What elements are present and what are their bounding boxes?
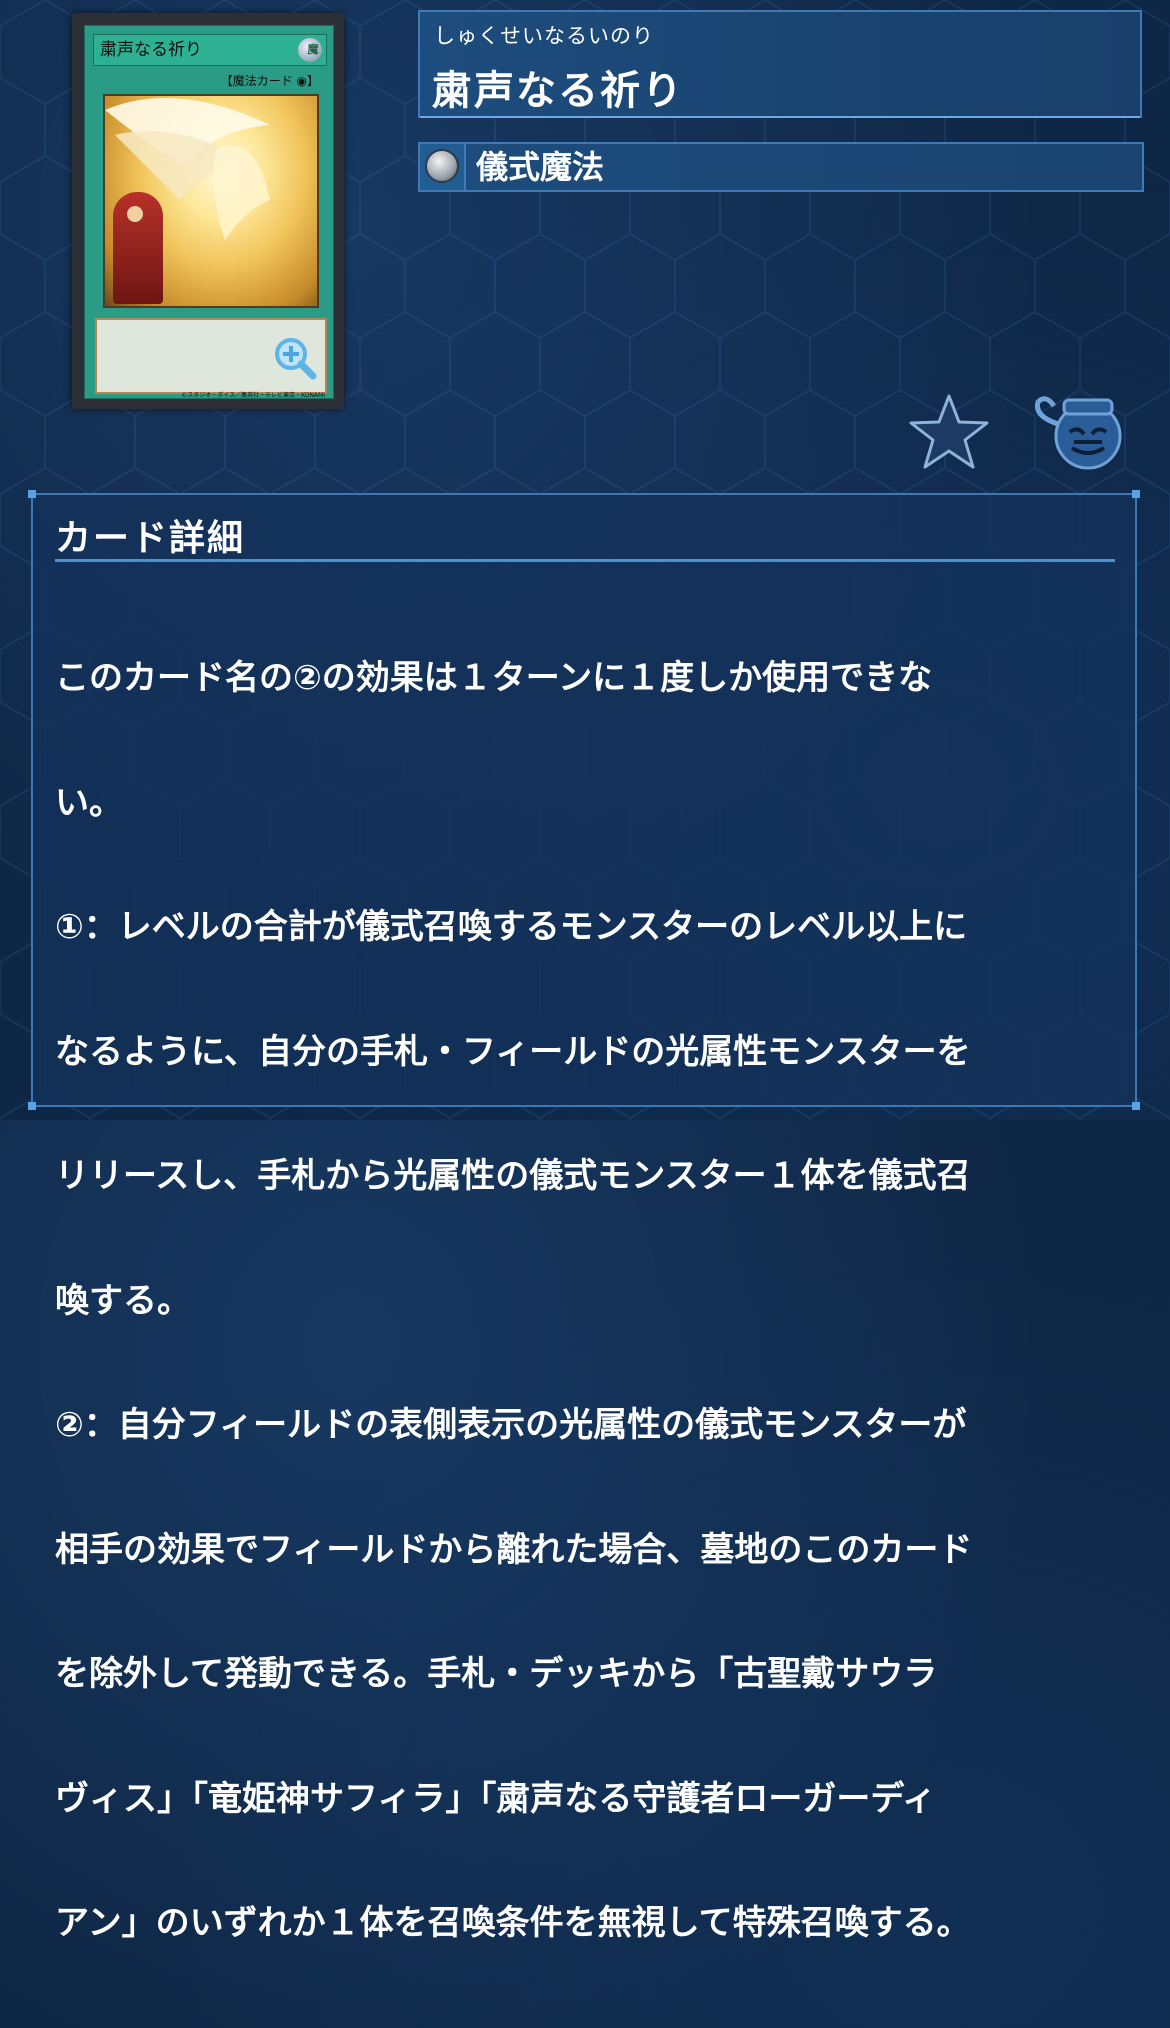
effect-line: ①：レベルの合計が儀式召喚するモンスターのレベル以上に: [55, 907, 968, 947]
ritual-spell-icon: [425, 149, 459, 183]
corner-marker: [1132, 490, 1140, 498]
card-copyright: ©スタジオ・ダイス／集英社・テレビ東京・KONAMI: [181, 392, 325, 399]
effect-line: 相手の効果でフィールドから離れた場合、墓地のこのカード: [55, 1529, 973, 1570]
card-image-type-text: 【魔法カード: [220, 74, 293, 88]
card-image-type-line: 【魔法カード ◉】: [220, 74, 319, 88]
effect-line: を除外して発動できる。手札・デッキから「古聖戴サウラ: [55, 1654, 938, 1694]
zoom-in-icon[interactable]: [273, 336, 317, 380]
detail-divider: [55, 559, 1115, 562]
card-name-panel: しゅくせいなるいのり 粛声なる祈り: [418, 10, 1142, 118]
effect-line: アン」のいずれか１体を召喚条件を無視して特殊召喚する。: [55, 1903, 971, 1943]
card-image-name-text: 粛声なる祈り: [100, 40, 202, 60]
name-underline: [420, 116, 1140, 118]
corner-marker: [1132, 1102, 1140, 1110]
card-detail-panel: カード詳細 このカード名の②の効果は１ターンに１度しか使用できな い。 ①：レベ…: [28, 490, 1140, 1943]
card-face: 粛声なる祈り 魔 【魔法カード ◉】 ©スタジオ・ダイス／集英社・テレビ東京・K…: [84, 25, 334, 399]
effect-line: なるように、自分の手札・フィールドの光属性モンスターを: [55, 1031, 971, 1072]
card-type-label: 儀式魔法: [476, 148, 605, 186]
effect-line: い。: [55, 782, 123, 823]
card-type-panel: 儀式魔法: [418, 142, 1144, 192]
pot-of-greed-icon[interactable]: [1030, 392, 1126, 472]
card-artwork: [103, 94, 319, 308]
type-icon-wrap: [420, 144, 466, 190]
effect-line: リリースし、手札から光属性の儀式モンスター１体を儀式召: [55, 1156, 971, 1196]
corner-marker: [28, 490, 36, 498]
priest-face: [127, 206, 143, 222]
corner-marker: [28, 1102, 36, 1110]
card-attribute-icon: 魔: [298, 38, 322, 62]
effect-line: このカード名の②の効果は１ターンに１度しか使用できな: [55, 658, 933, 698]
card-name: 粛声なる祈り: [432, 68, 684, 114]
card-image-name: 粛声なる祈り 魔: [93, 34, 327, 66]
card-name-ruby: しゅくせいなるいのり: [434, 24, 654, 48]
card-image[interactable]: 粛声なる祈り 魔 【魔法カード ◉】 ©スタジオ・ダイス／集英社・テレビ東京・K…: [72, 13, 344, 409]
card-effect-text: このカード名の②の効果は１ターンに１度しか使用できな い。 ①：レベルの合計が儀…: [55, 575, 1115, 2028]
detail-heading: カード詳細: [55, 518, 246, 559]
star-icon[interactable]: [908, 392, 990, 470]
effect-line: 喚する。: [55, 1280, 191, 1321]
effect-line: ヴィス」「竜姫神サフィラ」「粛声なる守護者ローガーディ: [55, 1778, 936, 1819]
effect-line: ②：自分フィールドの表側表示の光属性の儀式モンスターが: [55, 1405, 967, 1445]
